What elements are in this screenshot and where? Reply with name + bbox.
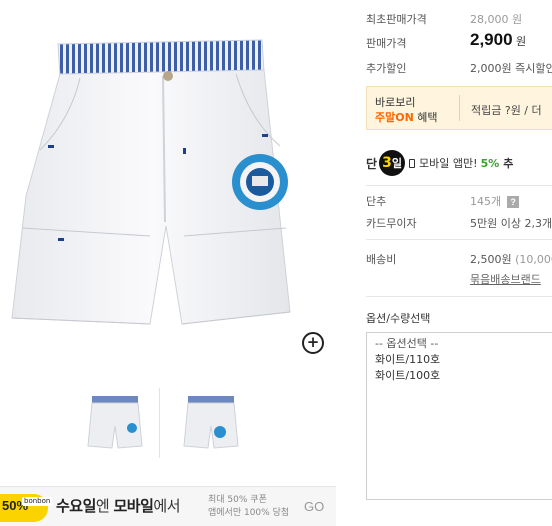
sale-price: 2,900 원 (470, 31, 526, 49)
bundle-shipping-link[interactable]: 묶음배송브랜드 (470, 271, 541, 287)
help-icon[interactable]: ? (507, 196, 520, 208)
option-item-white-110[interactable]: 화이트/110호 (367, 352, 552, 368)
card-interest-label: 카드무이자 (366, 217, 417, 230)
benefit-rest: 혜택 (413, 111, 438, 124)
sale-price-unit: 원 (516, 35, 527, 48)
badge-brand: bonbon (22, 497, 53, 506)
extra-discount-value: 2,000원 즉시할인 (470, 62, 552, 75)
benefit-divider (459, 95, 460, 121)
option-select-list[interactable]: -- 옵션선택 -- 화이트/110호 화이트/100호 (366, 332, 552, 500)
banner-sub-line2: 앱에서만 100% 당첨 (208, 508, 290, 518)
mobile-promo-banner[interactable]: 50% bonbon 수요일엔 모바일에서 최대 50% 쿠폰 앱에서만 100… (0, 486, 336, 526)
shipping-note: (10,000 (515, 253, 552, 266)
benefit-subtitle: 주말ON 혜택 (375, 109, 438, 125)
card-interest-value: 5만원 이상 2,3개 (470, 217, 552, 230)
unit-label: 단추 (366, 195, 387, 208)
thumbnail-front[interactable] (82, 388, 148, 458)
banner-subtext: 최대 50% 쿠폰 앱에서만 100% 당첨 (208, 494, 289, 520)
sale-price-value: 2,900 (470, 30, 513, 49)
original-price-label: 최초판매가격 (366, 13, 427, 26)
plus-icon: + (306, 333, 320, 351)
sale-price-label: 판매가격 (366, 37, 407, 50)
main-product-image[interactable]: + (0, 0, 336, 368)
divider (366, 239, 552, 240)
option-section-title: 옵션/수량선택 (366, 312, 431, 325)
banner-headline: 수요일엔 모바일에서 (56, 497, 180, 515)
promo-badge: 50% bonbon (0, 494, 53, 522)
banner-end: 에서 (153, 497, 180, 515)
thumbnail-shorts-image (183, 396, 239, 449)
zoom-button[interactable]: + (302, 332, 324, 354)
extra-discount-label: 추가할인 (366, 62, 407, 75)
divider (366, 185, 552, 186)
banner-go-button[interactable]: GO (304, 500, 324, 513)
banner-day: 수요일 (56, 497, 96, 515)
banner-mid: 엔 (95, 497, 114, 515)
banner-mobile: 모바일 (113, 497, 154, 515)
option-item-white-100[interactable]: 화이트/100호 (367, 368, 552, 384)
unit-value: 145개 (470, 195, 502, 208)
shorts-illustration (11, 39, 291, 325)
mobile-prefix: 단 (366, 156, 378, 171)
shipping-value-wrap: 2,500원 (10,000 (470, 251, 552, 267)
benefit-points: 적립금 ?원 / 더 (471, 104, 542, 117)
mobile-phone-icon (409, 158, 416, 168)
banner-sub-line1: 최대 50% 쿠폰 (208, 495, 267, 505)
original-price-value: 28,000 원 (470, 13, 523, 26)
option-item-placeholder[interactable]: -- 옵션선택 -- (367, 336, 552, 352)
shipping-value: 2,500원 (470, 253, 512, 266)
day-suffix: 일 (391, 156, 402, 170)
thumbnail-divider (159, 388, 160, 458)
mobile-offer-percent: 5% (480, 156, 500, 170)
thumbnail-shorts-image (87, 396, 143, 449)
benefit-title: 바로보리 (375, 96, 416, 109)
thumbnail-back[interactable] (178, 388, 244, 458)
divider (366, 296, 552, 297)
day-count-badge: 3일 (379, 150, 406, 176)
mobile-offer-text: 모바일 앱만! (419, 157, 478, 170)
product-info-panel: 최초판매가격 28,000 원 판매가격 2,900 원 추가할인 2,000원… (354, 0, 552, 526)
shipping-label: 배송비 (366, 253, 397, 266)
mobile-offer-tail: 추 (503, 157, 514, 170)
day-number: 3 (382, 155, 392, 171)
benefit-highlight: 주말ON (375, 111, 414, 124)
mobile-app-offer[interactable]: 단 3일 모바일 앱만! 5% 추 (366, 150, 513, 176)
unit-value-wrap: 145개? (470, 193, 520, 209)
benefit-box[interactable]: 바로보리 주말ON 혜택 적립금 ?원 / 더 (366, 86, 552, 130)
